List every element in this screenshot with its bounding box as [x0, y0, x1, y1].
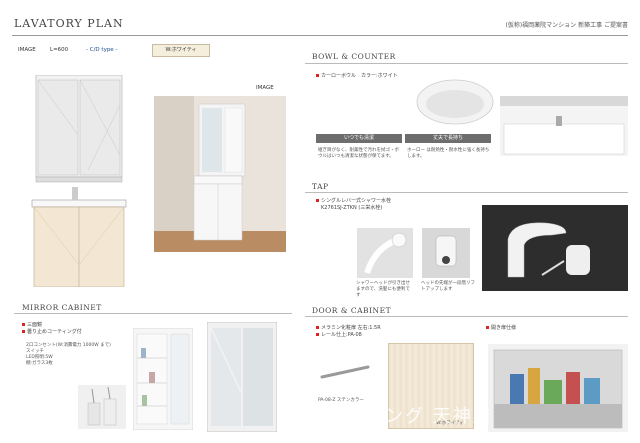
page-title: LAVATORY PLAN	[14, 17, 124, 30]
bullet-icon	[22, 323, 25, 326]
counter-photo	[500, 96, 628, 156]
bullet-icon	[316, 333, 319, 336]
mirror-cabinet-divider	[14, 313, 292, 314]
bullet-icon	[22, 330, 25, 333]
color-badge: W:ホワイティ	[152, 44, 210, 57]
tap-divider	[305, 192, 628, 193]
door-cabinet-title: DOOR & CABINET	[312, 306, 392, 315]
bullet-icon	[486, 326, 489, 329]
tap-title: TAP	[312, 182, 329, 191]
durable-feature-badge: 丈夫で長持ち	[405, 134, 491, 143]
clean-feature-desc: 継ぎ目がなく、耐薬性で汚れを拭ゴ・ボウルはいつも清潔な状態が保てます。	[318, 148, 399, 159]
handle-photo	[316, 345, 376, 395]
vanity-drawing	[31, 75, 127, 287]
bullet-icon	[316, 74, 319, 77]
bowl-counter-title: BOWL & COUNTER	[312, 52, 396, 61]
clean-feature-badge: いつでも清潔	[316, 134, 402, 143]
type-label: - C/D type -	[86, 47, 118, 53]
mirror-spec-2: 曇り止めコーティング付	[22, 329, 82, 336]
bullet-icon	[316, 326, 319, 329]
bullet-icon	[316, 199, 319, 202]
shower-caption: シャワーヘッドが引き出せますので、洗髪にも便利です	[356, 281, 410, 298]
spout-lift-photo	[422, 228, 470, 278]
shower-head-photo	[357, 228, 413, 278]
cabinet-interior-photo	[488, 344, 628, 432]
mirror-cabinet-title: MIRROR CABINET	[22, 303, 102, 312]
image-label: IMAGE	[18, 47, 36, 53]
project-name: (仮称)福岡薬院マンション 新築工事 ご提案書	[505, 22, 629, 29]
door-right-spec: 開き扉仕様	[486, 325, 516, 332]
door-spec-2: レール仕上:PA-08	[316, 332, 362, 339]
photo-label: IMAGE	[256, 85, 274, 91]
size-label: L=600	[50, 47, 69, 53]
tap-spec-1: シングルレバー式シャワー水栓	[316, 198, 391, 205]
lift-caption: ヘッドの先端が一段階リフトアップします	[421, 281, 475, 292]
watermark: スリビング 天神店	[325, 406, 493, 427]
vanity-room-photo	[154, 96, 286, 252]
mirror-cabinet-closed-photo	[207, 322, 277, 432]
durable-feature-desc: ホーロー は耐熱性・耐水性に強く長持ちします。	[407, 148, 490, 159]
toothbrush-cup-photo	[78, 385, 126, 429]
lavatory-plan-page: LAVATORY PLAN (仮称)福岡薬院マンション 新築工事 ご提案書 IM…	[0, 0, 640, 443]
list-item: 棚:ガラス3枚	[26, 361, 53, 366]
bowl-counter-divider	[305, 63, 628, 64]
door-cabinet-divider	[305, 316, 628, 317]
bowl-spec: カーローボウル カラー:ホワイト	[316, 73, 398, 80]
mirror-spec-1: 三面鏡	[22, 322, 42, 329]
mirror-cabinet-open-photo	[133, 328, 193, 430]
door-spec-1: メラミン化粧扉 左右:1.5R	[316, 325, 381, 332]
tap-spec-2: K2761SJ-ZTKN (三栄水栓)	[321, 205, 383, 211]
faucet-photo	[482, 205, 628, 291]
mirror-feature-list: 2口コンセント(W:消費電力 1000W まで) スイッチ LED照明:5W 棚…	[26, 343, 126, 367]
bowl-photo	[412, 70, 498, 128]
header-divider	[12, 35, 628, 36]
